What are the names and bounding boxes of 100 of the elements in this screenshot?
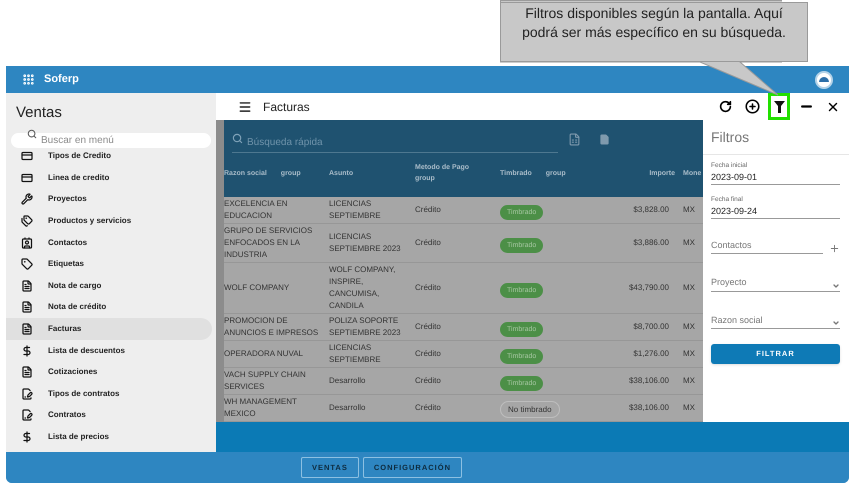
table-cell-text: $38,106.00: [628, 375, 670, 387]
table-cell-text: VACH SUPPLY CHAIN SERVICES: [224, 369, 307, 393]
sidebar-item[interactable]: Tipos de Credito: [6, 146, 212, 168]
table-cell-text: $1,276.00: [632, 348, 670, 360]
table-cell-text: LICENCIAS SEPTIEMBRE 2023: [329, 231, 402, 255]
select-field[interactable]: Proyecto: [711, 276, 840, 292]
search-icon: [232, 133, 243, 144]
table-cell-text: $38,106.00: [628, 402, 670, 414]
table-cell-text: Crédito: [415, 348, 442, 360]
sidebar-item[interactable]: Proyectos: [6, 188, 212, 210]
sidebar-item-label: Lista de precios: [48, 431, 109, 444]
table-cell-text: WOLF COMPANY: [224, 282, 290, 294]
search-icon: [27, 129, 37, 139]
sidebar-item[interactable]: Linea de credito: [6, 167, 212, 189]
table-cell-text: MX: [682, 375, 696, 387]
sidebar-item[interactable]: Etiquetas: [6, 253, 212, 276]
add-icon: [744, 99, 760, 114]
sidebar-item-label: Nota de cargo: [48, 280, 102, 292]
signed-document-icon: [21, 409, 33, 422]
select-field[interactable]: Razon social: [711, 314, 840, 329]
sidebar-item[interactable]: Lista de descuentos: [6, 340, 212, 362]
table-cell-text: MX: [682, 402, 696, 414]
table-cell-text: $3,828.00: [632, 204, 670, 216]
table-cell-text: MX: [682, 321, 696, 333]
apps-grid-icon[interactable]: [22, 73, 35, 86]
table-cell-text: POLIZA SOPORTE SEPTIEMBRE 2023: [329, 315, 402, 339]
pdf-export-icon[interactable]: [599, 134, 610, 144]
document-icon: [21, 366, 33, 378]
sidebar-item[interactable]: Tipos de contratos: [6, 383, 212, 405]
stamp-status-badge: No timbrado: [500, 401, 560, 418]
table-cell-text: $8,700.00: [632, 321, 670, 333]
table-cell-text: GRUPO DE SERVICIOS ENFOCADOS EN LA INDUSTRIA: [224, 225, 314, 261]
sidebar-title: Ventas: [15, 103, 63, 123]
menu-icon[interactable]: [238, 100, 252, 114]
table-cell-text: Crédito: [415, 402, 442, 414]
sidebar-item[interactable]: Nota de crédito: [6, 296, 212, 318]
table-cell-text: MX: [682, 282, 696, 294]
card-icon: [21, 150, 33, 162]
table-cell-text: Crédito: [415, 321, 442, 333]
sidebar-item[interactable]: Cotizaciones: [6, 361, 212, 384]
sidebar-item-label: Proyectos: [48, 193, 87, 206]
sidebar-item[interactable]: Lista de precios: [6, 426, 212, 448]
sidebar-item-label: Lista de descuentos: [48, 344, 125, 357]
table-cell-text: EXCELENCIA EN EDUCACION: [224, 198, 289, 222]
sidebar-item-label: Tipos de Credito: [48, 150, 111, 162]
add-icon[interactable]: [829, 243, 840, 254]
sidebar-item[interactable]: Productos y servicios: [6, 210, 212, 232]
sidebar-item-label: Contactos: [48, 236, 88, 249]
card-icon: [21, 172, 33, 184]
dropdown-caret-icon: [832, 282, 840, 290]
sidebar-item-label: Contratos: [48, 409, 86, 422]
table-cell-text: WH MANAGEMENT MEXICO: [224, 396, 298, 420]
tags-icon: [21, 215, 33, 228]
dollar-icon: [21, 431, 33, 444]
table-cell-text: Desarrollo: [329, 402, 366, 414]
sidebar-item-label: Etiquetas: [48, 258, 84, 270]
avatar-icon[interactable]: [815, 70, 833, 88]
callout-text: Filtros disponibles según la pantalla. Aquí podrá ser más específico en su búsqueda.: [500, 2, 808, 62]
dollar-icon: [21, 344, 33, 357]
table-cell-text: Crédito: [415, 204, 442, 216]
table-cell-text: LICENCIAS SEPTIEMBRE: [329, 342, 382, 366]
table-cell-text: $43,790.00: [628, 282, 670, 294]
dropdown-caret-icon: [832, 319, 840, 327]
app-title: Soferp: [44, 72, 79, 88]
refresh-icon: [718, 100, 732, 113]
page-title: Facturas: [263, 98, 310, 116]
table-cell-text: Crédito: [415, 282, 442, 294]
quick-search-field[interactable]: Búsqueda rápida: [232, 133, 558, 153]
sidebar-item[interactable]: Contactos: [6, 232, 212, 254]
sidebar-item-label: Tipos de contratos: [48, 388, 120, 400]
sidebar-item-label: Cotizaciones: [48, 366, 98, 378]
document-icon: [21, 280, 33, 292]
table-cell-text: LICENCIAS SEPTIEMBRE: [329, 198, 382, 222]
filter-icon: [774, 100, 784, 112]
sidebar-item[interactable]: Facturas: [6, 318, 212, 340]
sidebar-item[interactable]: Nota de cargo: [6, 275, 212, 297]
sidebar-item-label: Linea de credito: [48, 172, 110, 184]
table-cell-text: OPERADORA NUVAL: [224, 348, 304, 360]
signed-document-icon: [21, 388, 33, 400]
table-cell-text: MX: [682, 237, 696, 249]
table-cell-text: MX: [682, 348, 696, 360]
document-icon: [21, 323, 33, 336]
sidebar-item-label: Productos y servicios: [48, 215, 132, 228]
field-value: 2023-09-01: [711, 170, 758, 183]
excel-export-icon[interactable]: [568, 132, 581, 146]
tag-icon: [21, 258, 33, 270]
field-value: 2023-09-24: [711, 204, 758, 216]
contacts-field[interactable]: Contactos: [711, 238, 823, 254]
table-cell-text: MX: [682, 204, 696, 216]
table-cell-text: PROMOCION DE ANUNCIOS E IMPRESOS: [224, 315, 320, 339]
menu-search-field[interactable]: Buscar en menú: [11, 132, 211, 148]
table-cell-text: Desarrollo: [329, 375, 366, 387]
document-icon: [21, 301, 33, 314]
table-cell-text: $3,886.00: [632, 237, 670, 249]
tools-icon: [21, 193, 33, 206]
filter-panel-title: Filtros: [703, 120, 849, 155]
sidebar-item-label: Facturas: [48, 323, 82, 336]
sidebar-item[interactable]: Contratos: [6, 404, 212, 426]
sidebar-item-label: Nota de crédito: [48, 301, 106, 314]
table-cell-text: Crédito: [415, 237, 442, 249]
